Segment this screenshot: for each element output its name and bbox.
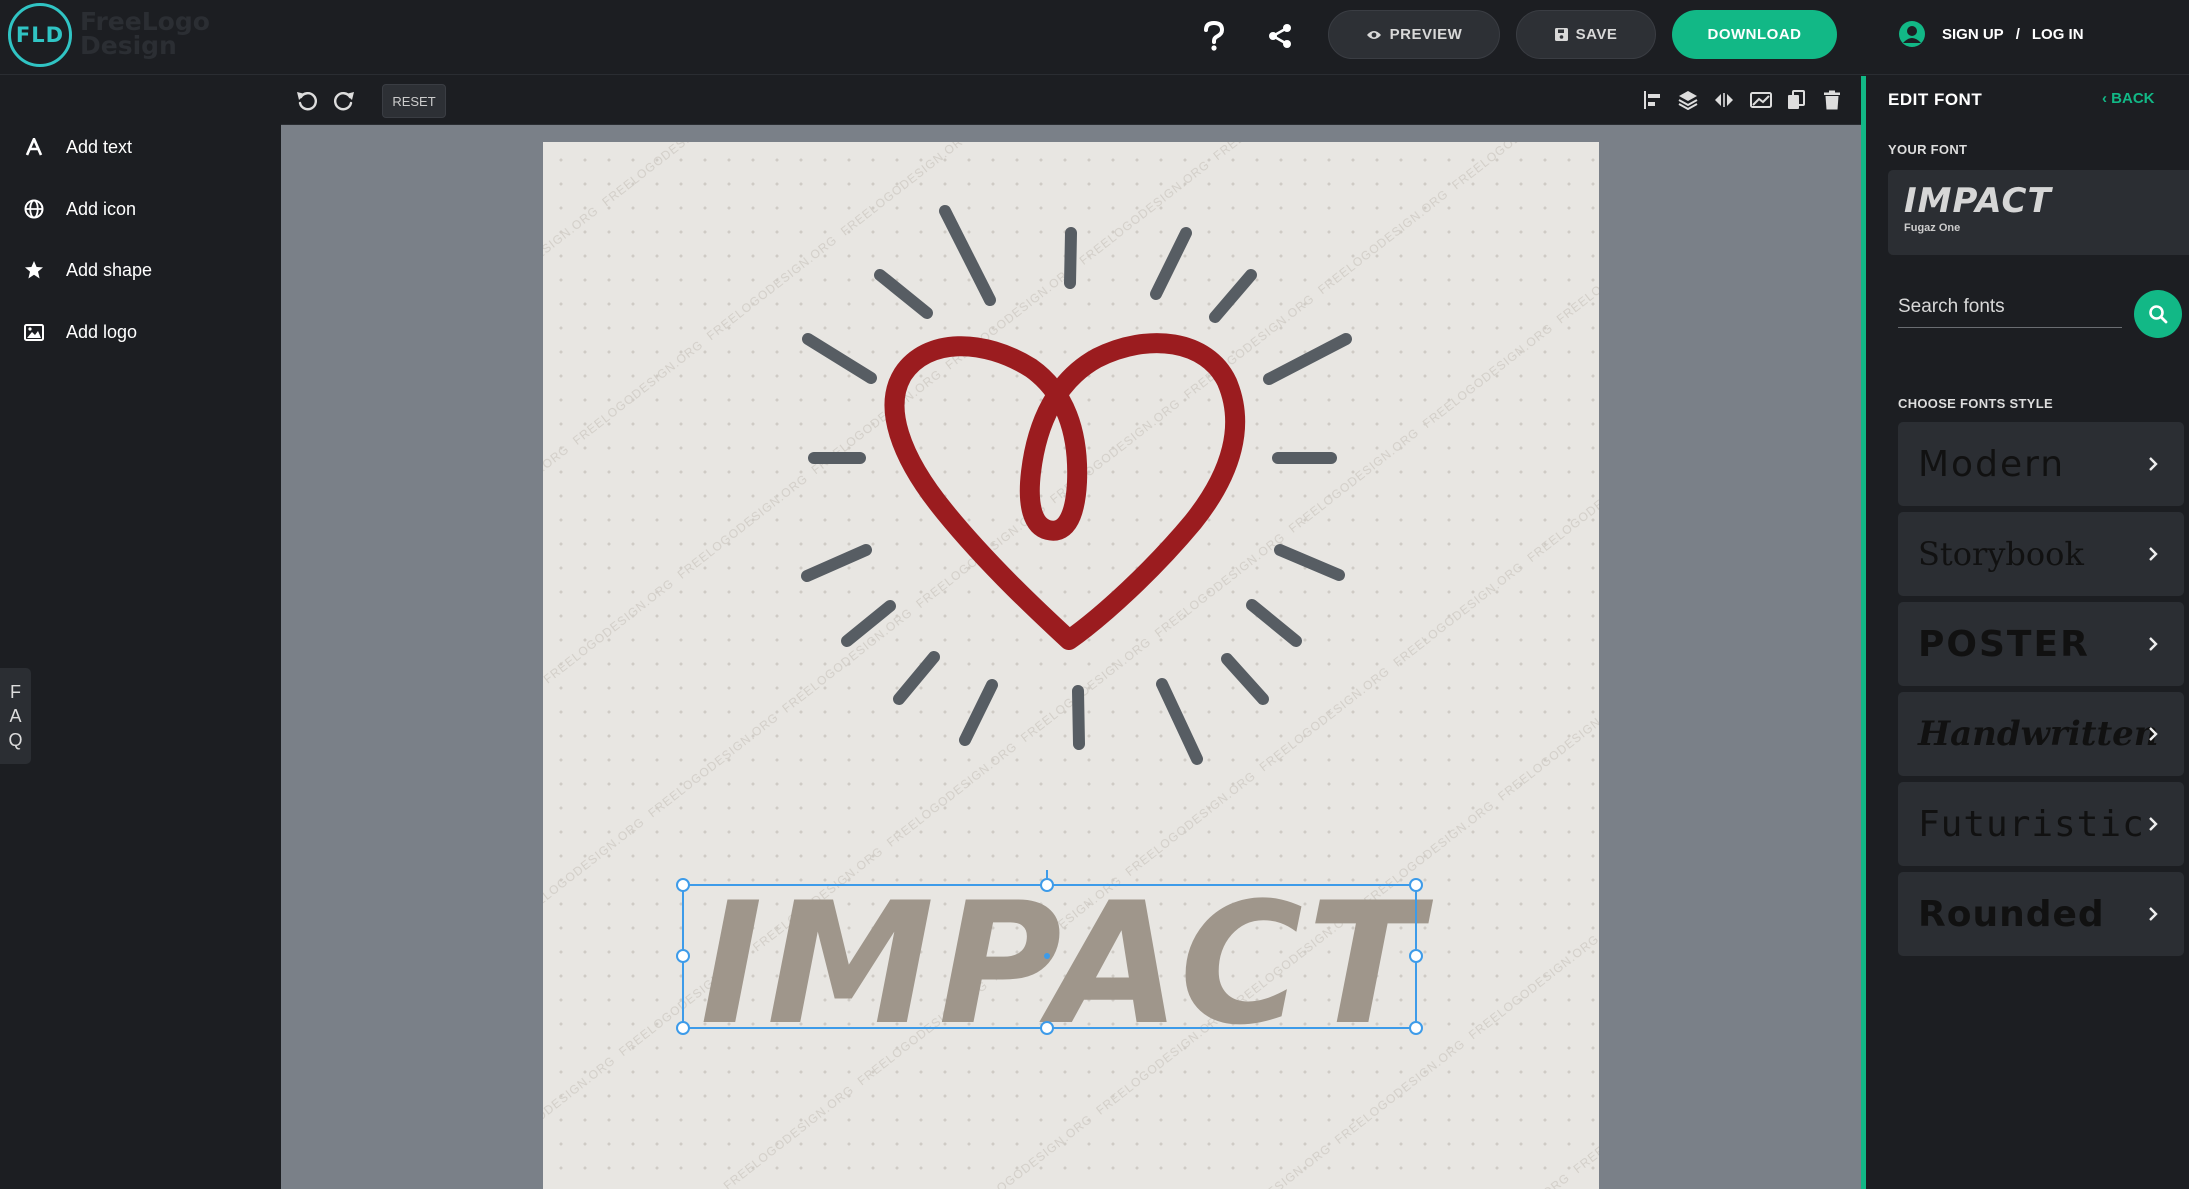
chevron-right-icon — [2142, 540, 2164, 568]
delete-button[interactable] — [1817, 85, 1847, 115]
duplicate-icon — [1788, 90, 1805, 109]
add-icon-label: Add icon — [66, 198, 137, 219]
download-label: DOWNLOAD — [1707, 26, 1802, 43]
preview-label: PREVIEW — [1389, 26, 1463, 43]
chevron-right-icon — [2142, 630, 2164, 658]
image-icon — [22, 320, 46, 344]
font-search-button[interactable] — [2134, 290, 2182, 338]
flip-button[interactable] — [1709, 85, 1739, 115]
add-logo-label: Add logo — [66, 321, 138, 342]
question-icon — [1204, 21, 1225, 51]
duplicate-button[interactable] — [1781, 85, 1811, 115]
redo-button[interactable] — [329, 85, 359, 115]
auth-links: SIGN UP / LOG IN — [1898, 14, 2084, 54]
trash-icon — [1824, 90, 1840, 110]
search-icon — [2149, 305, 2168, 324]
faq-tab[interactable]: F A Q — [0, 668, 31, 764]
style-card-handwritten[interactable]: Handwritten — [1898, 692, 2184, 776]
add-text-button[interactable]: Add text — [22, 127, 132, 167]
brand-logo[interactable]: FLD — [8, 3, 72, 67]
style-card-storybook[interactable]: Storybook — [1898, 512, 2184, 596]
editor-toolbar: RESET — [281, 76, 1861, 125]
brand-monogram: FLD — [15, 23, 65, 47]
chevron-left-icon: ‹ — [2102, 90, 2112, 107]
auth-separator: / — [2015, 25, 2020, 43]
add-text-label: Add text — [66, 136, 133, 157]
undo-button[interactable] — [292, 85, 322, 115]
style-card-rounded[interactable]: Rounded — [1898, 872, 2184, 956]
style-label-rounded: Rounded — [1918, 893, 2105, 935]
add-shape-button[interactable]: Add shape — [22, 250, 152, 290]
faq-letter-a: A — [9, 706, 22, 726]
impact-text-element[interactable]: IMPACT — [700, 866, 1433, 1062]
back-label: BACK — [2111, 90, 2155, 107]
reset-button[interactable]: RESET — [382, 84, 446, 118]
style-label-futuristic: Futuristic — [1918, 803, 2145, 845]
font-search — [1898, 286, 2122, 328]
log-in-link[interactable]: LOG IN — [2032, 26, 2084, 43]
style-label-modern: Modern — [1918, 443, 2066, 485]
flip-icon — [1715, 93, 1733, 107]
help-button[interactable] — [1190, 12, 1238, 60]
font-search-input[interactable] — [1898, 286, 2122, 327]
add-shape-label: Add shape — [66, 259, 153, 280]
share-button[interactable] — [1256, 12, 1304, 60]
current-font-preview: IMPACT — [1904, 181, 2052, 221]
mask-icon — [1750, 92, 1772, 108]
globe-icon — [22, 197, 46, 221]
style-label-storybook: Storybook — [1918, 535, 2084, 573]
align-icon — [1644, 91, 1660, 109]
top-bar: FLD FreeLogo Design PREVIEW SAVE DOWNLOA… — [0, 0, 2189, 75]
download-button[interactable]: DOWNLOAD — [1672, 10, 1837, 59]
share-icon — [1269, 24, 1291, 48]
choose-style-label: CHOOSE FONTS STYLE — [1898, 396, 2053, 411]
layers-button[interactable] — [1673, 85, 1703, 115]
current-font-name: Fugaz One — [1904, 222, 1961, 234]
current-font-card: IMPACT Fugaz One — [1888, 170, 2189, 255]
style-label-handwritten: Handwritten — [1918, 714, 2159, 754]
save-button[interactable]: SAVE — [1516, 10, 1656, 59]
artboard[interactable]: FREELOGODESIGN.ORG — [543, 142, 1599, 1189]
save-label: SAVE — [1575, 26, 1618, 43]
canvas-workspace[interactable]: FREELOGODESIGN.ORG — [281, 125, 1861, 1189]
undo-icon — [297, 92, 317, 111]
layers-icon — [1678, 91, 1698, 110]
sign-up-link[interactable]: SIGN UP — [1942, 26, 2004, 43]
chevron-right-icon — [2142, 450, 2164, 478]
chevron-right-icon — [2142, 900, 2164, 928]
eye-icon — [1366, 30, 1381, 39]
style-card-futuristic[interactable]: Futuristic — [1898, 782, 2184, 866]
back-button[interactable]: ‹ BACK — [2102, 90, 2155, 107]
preview-button[interactable]: PREVIEW — [1328, 10, 1500, 59]
add-logo-button[interactable]: Add logo — [22, 312, 137, 352]
align-button[interactable] — [1637, 85, 1667, 115]
faq-letter-q: Q — [8, 730, 23, 750]
floppy-icon — [1554, 28, 1568, 41]
panel-title: EDIT FONT — [1888, 90, 1983, 109]
faq-letter-f: F — [10, 682, 21, 702]
chevron-right-icon — [2142, 720, 2164, 748]
star-icon — [22, 258, 46, 282]
your-font-label: YOUR FONT — [1888, 142, 1968, 157]
mask-button[interactable] — [1746, 85, 1776, 115]
redo-icon — [334, 92, 354, 111]
chevron-right-icon — [2142, 810, 2164, 838]
brand-wordmark-line2: Design — [80, 31, 177, 60]
style-card-modern[interactable]: Modern — [1898, 422, 2184, 506]
add-icon-button[interactable]: Add icon — [22, 189, 136, 229]
style-card-poster[interactable]: POSTER — [1898, 602, 2184, 686]
brand-wordmark: FreeLogo Design — [80, 9, 210, 60]
artboard-svg: FREELOGODESIGN.ORG — [543, 142, 1599, 1189]
left-sidebar: Add text Add icon Add shape Add logo F A… — [0, 75, 280, 1189]
user-icon — [1899, 21, 1925, 47]
edit-font-panel: EDIT FONT ‹ BACK YOUR FONT IMPACT Fugaz … — [1861, 76, 2189, 1189]
text-icon — [22, 135, 46, 159]
style-label-poster: POSTER — [1918, 623, 2090, 665]
